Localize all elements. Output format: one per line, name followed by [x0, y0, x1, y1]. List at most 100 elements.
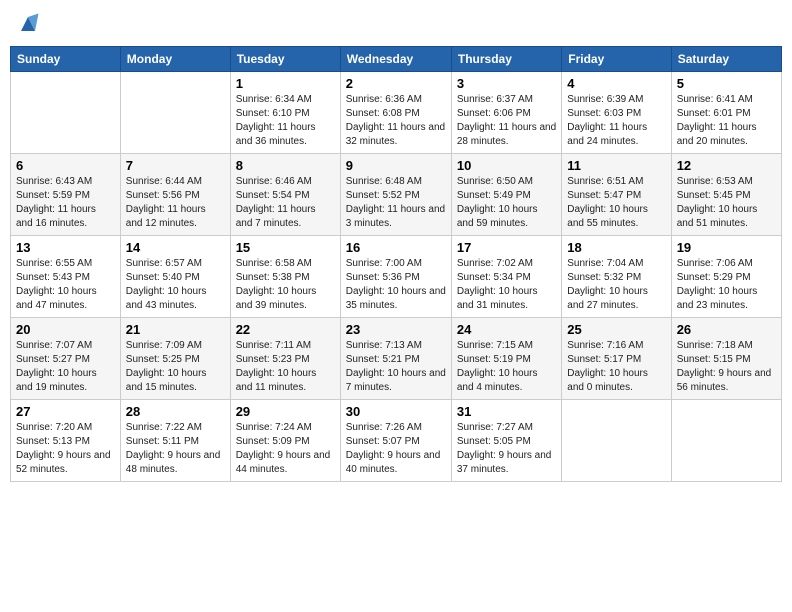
day-number: 7	[126, 158, 225, 173]
day-detail: Sunrise: 7:22 AM Sunset: 5:11 PM Dayligh…	[126, 421, 225, 477]
day-number: 9	[346, 158, 446, 173]
day-number: 15	[236, 240, 335, 255]
day-detail: Sunrise: 7:16 AM Sunset: 5:17 PM Dayligh…	[567, 339, 665, 395]
header-row: SundayMondayTuesdayWednesdayThursdayFrid…	[11, 47, 782, 72]
day-number: 24	[457, 322, 556, 337]
day-detail: Sunrise: 6:37 AM Sunset: 6:06 PM Dayligh…	[457, 93, 556, 149]
day-cell: 18 Sunrise: 7:04 AM Sunset: 5:32 PM Dayli…	[562, 236, 671, 318]
day-cell: 26 Sunrise: 7:18 AM Sunset: 5:15 PM Dayli…	[671, 318, 781, 400]
day-detail: Sunrise: 7:20 AM Sunset: 5:13 PM Dayligh…	[16, 421, 115, 477]
day-number: 20	[16, 322, 115, 337]
day-cell: 27 Sunrise: 7:20 AM Sunset: 5:13 PM Dayli…	[11, 400, 121, 482]
day-cell: 23Sunrise: 7:13 AM Sunset: 5:21 PM Dayli…	[340, 318, 451, 400]
day-number: 27	[16, 404, 115, 419]
day-cell: 11 Sunrise: 6:51 AM Sunset: 5:47 PM Dayli…	[562, 154, 671, 236]
day-detail: Sunrise: 6:43 AM Sunset: 5:59 PM Dayligh…	[16, 175, 115, 231]
day-cell: 29 Sunrise: 7:24 AM Sunset: 5:09 PM Dayli…	[230, 400, 340, 482]
day-cell: 15 Sunrise: 6:58 AM Sunset: 5:38 PM Dayli…	[230, 236, 340, 318]
column-header-monday: Monday	[120, 47, 230, 72]
page-header	[10, 10, 782, 38]
day-number: 13	[16, 240, 115, 255]
day-detail: Sunrise: 6:46 AM Sunset: 5:54 PM Dayligh…	[236, 175, 335, 231]
day-cell: 20 Sunrise: 7:07 AM Sunset: 5:27 PM Dayli…	[11, 318, 121, 400]
day-number: 21	[126, 322, 225, 337]
day-detail: Sunrise: 6:50 AM Sunset: 5:49 PM Dayligh…	[457, 175, 556, 231]
day-number: 1	[236, 76, 335, 91]
day-cell: 16 Sunrise: 7:00 AM Sunset: 5:36 PM Dayli…	[340, 236, 451, 318]
day-number: 30	[346, 404, 446, 419]
day-cell: 19 Sunrise: 7:06 AM Sunset: 5:29 PM Dayli…	[671, 236, 781, 318]
day-detail: Sunrise: 6:44 AM Sunset: 5:56 PM Dayligh…	[126, 175, 225, 231]
day-cell: 25 Sunrise: 7:16 AM Sunset: 5:17 PM Dayli…	[562, 318, 671, 400]
day-number: 26	[677, 322, 776, 337]
day-cell: 12 Sunrise: 6:53 AM Sunset: 5:45 PM Dayli…	[671, 154, 781, 236]
day-number: 19	[677, 240, 776, 255]
calendar-table: SundayMondayTuesdayWednesdayThursdayFrid…	[10, 46, 782, 482]
day-detail: Sunrise: 6:58 AM Sunset: 5:38 PM Dayligh…	[236, 257, 335, 313]
day-detail: Sunrise: 7:18 AM Sunset: 5:15 PM Dayligh…	[677, 339, 776, 395]
column-header-friday: Friday	[562, 47, 671, 72]
day-number: 25	[567, 322, 665, 337]
day-cell: 10 Sunrise: 6:50 AM Sunset: 5:49 PM Dayli…	[451, 154, 561, 236]
day-detail: Sunrise: 6:55 AM Sunset: 5:43 PM Dayligh…	[16, 257, 115, 313]
day-detail: Sunrise: 6:53 AM Sunset: 5:45 PM Dayligh…	[677, 175, 776, 231]
day-detail: Sunrise: 7:06 AM Sunset: 5:29 PM Dayligh…	[677, 257, 776, 313]
day-detail: Sunrise: 7:07 AM Sunset: 5:27 PM Dayligh…	[16, 339, 115, 395]
day-cell: 22 Sunrise: 7:11 AM Sunset: 5:23 PM Dayli…	[230, 318, 340, 400]
day-cell: 6 Sunrise: 6:43 AM Sunset: 5:59 PM Daylig…	[11, 154, 121, 236]
day-number: 4	[567, 76, 665, 91]
day-cell	[562, 400, 671, 482]
day-cell: 5Sunrise: 6:41 AM Sunset: 6:01 PM Daylig…	[671, 72, 781, 154]
day-number: 10	[457, 158, 556, 173]
day-cell: 14 Sunrise: 6:57 AM Sunset: 5:40 PM Dayli…	[120, 236, 230, 318]
day-cell: 13 Sunrise: 6:55 AM Sunset: 5:43 PM Dayli…	[11, 236, 121, 318]
day-detail: Sunrise: 6:51 AM Sunset: 5:47 PM Dayligh…	[567, 175, 665, 231]
day-number: 12	[677, 158, 776, 173]
day-number: 22	[236, 322, 335, 337]
day-cell: 31Sunrise: 7:27 AM Sunset: 5:05 PM Dayli…	[451, 400, 561, 482]
day-cell	[11, 72, 121, 154]
week-row-3: 13 Sunrise: 6:55 AM Sunset: 5:43 PM Dayli…	[11, 236, 782, 318]
day-number: 28	[126, 404, 225, 419]
day-number: 16	[346, 240, 446, 255]
day-number: 17	[457, 240, 556, 255]
day-number: 14	[126, 240, 225, 255]
day-cell: 3Sunrise: 6:37 AM Sunset: 6:06 PM Daylig…	[451, 72, 561, 154]
day-cell: 8Sunrise: 6:46 AM Sunset: 5:54 PM Daylig…	[230, 154, 340, 236]
day-number: 31	[457, 404, 556, 419]
day-detail: Sunrise: 6:48 AM Sunset: 5:52 PM Dayligh…	[346, 175, 446, 231]
day-number: 29	[236, 404, 335, 419]
day-detail: Sunrise: 6:39 AM Sunset: 6:03 PM Dayligh…	[567, 93, 665, 149]
day-number: 5	[677, 76, 776, 91]
day-cell: 4 Sunrise: 6:39 AM Sunset: 6:03 PM Daylig…	[562, 72, 671, 154]
day-detail: Sunrise: 7:26 AM Sunset: 5:07 PM Dayligh…	[346, 421, 446, 477]
day-detail: Sunrise: 7:15 AM Sunset: 5:19 PM Dayligh…	[457, 339, 556, 395]
day-number: 11	[567, 158, 665, 173]
day-detail: Sunrise: 6:57 AM Sunset: 5:40 PM Dayligh…	[126, 257, 225, 313]
day-cell: 21 Sunrise: 7:09 AM Sunset: 5:25 PM Dayli…	[120, 318, 230, 400]
day-cell: 30 Sunrise: 7:26 AM Sunset: 5:07 PM Dayli…	[340, 400, 451, 482]
day-detail: Sunrise: 7:00 AM Sunset: 5:36 PM Dayligh…	[346, 257, 446, 313]
day-cell: 7 Sunrise: 6:44 AM Sunset: 5:56 PM Daylig…	[120, 154, 230, 236]
day-cell: 1Sunrise: 6:34 AM Sunset: 6:10 PM Daylig…	[230, 72, 340, 154]
week-row-5: 27 Sunrise: 7:20 AM Sunset: 5:13 PM Dayli…	[11, 400, 782, 482]
logo-icon	[14, 10, 42, 38]
day-cell	[671, 400, 781, 482]
day-cell: 9 Sunrise: 6:48 AM Sunset: 5:52 PM Daylig…	[340, 154, 451, 236]
week-row-1: 1Sunrise: 6:34 AM Sunset: 6:10 PM Daylig…	[11, 72, 782, 154]
day-number: 2	[346, 76, 446, 91]
day-detail: Sunrise: 7:24 AM Sunset: 5:09 PM Dayligh…	[236, 421, 335, 477]
day-detail: Sunrise: 7:09 AM Sunset: 5:25 PM Dayligh…	[126, 339, 225, 395]
day-detail: Sunrise: 7:04 AM Sunset: 5:32 PM Dayligh…	[567, 257, 665, 313]
day-number: 18	[567, 240, 665, 255]
day-cell: 28 Sunrise: 7:22 AM Sunset: 5:11 PM Dayli…	[120, 400, 230, 482]
column-header-wednesday: Wednesday	[340, 47, 451, 72]
day-cell	[120, 72, 230, 154]
column-header-tuesday: Tuesday	[230, 47, 340, 72]
day-detail: Sunrise: 7:11 AM Sunset: 5:23 PM Dayligh…	[236, 339, 335, 395]
logo	[14, 10, 44, 38]
day-cell: 24 Sunrise: 7:15 AM Sunset: 5:19 PM Dayli…	[451, 318, 561, 400]
day-number: 6	[16, 158, 115, 173]
day-number: 23	[346, 322, 446, 337]
column-header-sunday: Sunday	[11, 47, 121, 72]
